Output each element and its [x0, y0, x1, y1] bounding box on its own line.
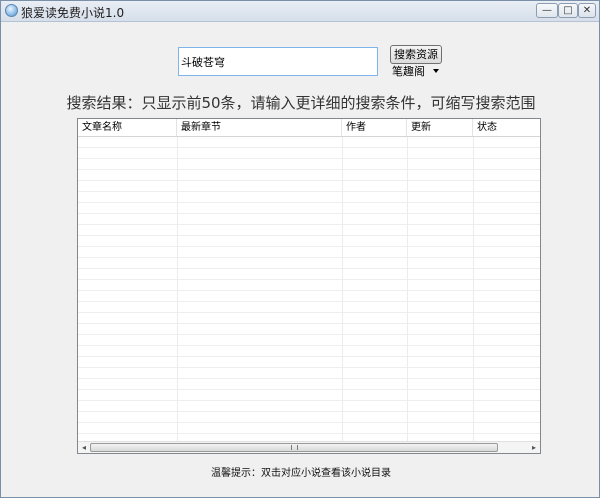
column-divider	[342, 137, 343, 441]
scroll-right-icon[interactable]: ▸	[528, 442, 540, 453]
column-header-status[interactable]: 状态	[473, 119, 540, 136]
app-icon	[5, 4, 18, 17]
scrollbar-thumb[interactable]	[90, 443, 498, 452]
window-title: 狼爱读免费小说1.0	[21, 6, 125, 20]
chevron-down-icon	[433, 69, 439, 73]
maximize-button[interactable]: □	[558, 3, 578, 18]
column-header-updated[interactable]: 更新	[407, 119, 473, 136]
source-select-value: 笔趣阁	[392, 65, 425, 78]
hint-text: 温馨提示：双击对应小说查看该小说目录	[211, 468, 391, 479]
horizontal-scrollbar[interactable]: ◂ ▸	[78, 441, 540, 453]
column-header-author[interactable]: 作者	[342, 119, 407, 136]
close-button[interactable]: ✕	[578, 3, 596, 18]
search-input[interactable]	[178, 47, 378, 76]
grip-icon	[291, 445, 298, 450]
source-select[interactable]: 笔趣阁	[392, 65, 442, 79]
minimize-button[interactable]: —	[536, 3, 558, 18]
result-message: 搜索结果：只显示前50条，请输入更详细的搜索条件，可缩写搜索范围	[66, 94, 536, 112]
results-table[interactable]: 文章名称 最新章节 作者 更新 状态 ◂ ▸	[77, 118, 541, 454]
column-header-title[interactable]: 文章名称	[78, 119, 177, 136]
column-header-latest-chapter[interactable]: 最新章节	[177, 119, 342, 136]
app-window: 狼爱读免费小说1.0 — □ ✕ 搜索资源 笔趣阁 搜索结果：只显示前50条，请…	[0, 0, 600, 498]
column-divider	[407, 137, 408, 441]
table-header: 文章名称 最新章节 作者 更新 状态	[78, 119, 540, 137]
title-bar[interactable]: 狼爱读免费小说1.0 — □ ✕	[1, 1, 599, 22]
column-divider	[473, 137, 474, 441]
table-body[interactable]	[78, 137, 540, 441]
scroll-left-icon[interactable]: ◂	[78, 442, 90, 453]
search-button[interactable]: 搜索资源	[390, 45, 442, 64]
column-divider	[177, 137, 178, 441]
